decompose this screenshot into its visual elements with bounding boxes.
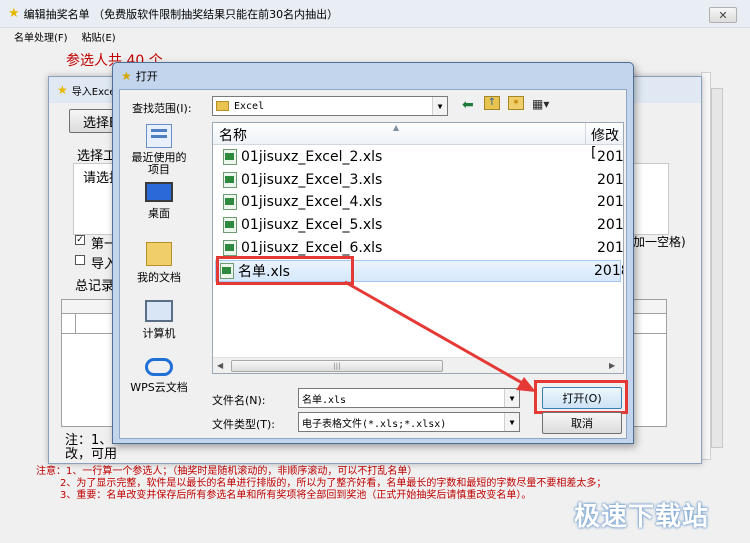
list-header: 名称 ▲ 修改[ xyxy=(213,123,623,161)
chevron-down-icon[interactable]: ▼ xyxy=(504,413,519,431)
main-titlebar: ★ 编辑抽奖名单 （免费版软件限制抽奖结果只能在前30名内抽出） ✕ xyxy=(0,0,750,28)
main-right-panel xyxy=(701,72,711,460)
place-computer[interactable]: 计算机 xyxy=(128,300,190,340)
excel-file-icon xyxy=(223,149,237,165)
open-client: 查找范围(I): Excel ▼ ⬅ ↑ ✶ ▦▾ 最近使用的项目 桌面 我的文… xyxy=(119,89,628,439)
up-folder-icon[interactable]: ↑ xyxy=(484,96,500,110)
filename-field[interactable]: 名单.xls ▼ xyxy=(298,388,520,408)
recent-icon xyxy=(146,124,172,148)
excel-file-icon xyxy=(223,194,237,210)
file-row[interactable]: 01jisuxz_Excel_4.xls 2018 xyxy=(219,191,623,213)
lookin-value: Excel xyxy=(234,100,265,112)
watermark: 极速下载站 xyxy=(574,502,710,532)
new-folder-icon[interactable]: ✶ xyxy=(508,96,524,110)
star-icon: ★ xyxy=(57,83,68,97)
desktop-icon xyxy=(145,182,173,202)
import-checkbox[interactable] xyxy=(75,255,85,265)
file-list: 名称 ▲ 修改[ 01jisuxz_Excel_2.xls 2018 01jis… xyxy=(212,122,624,374)
open-button-highlight xyxy=(534,380,628,414)
open-titlebar: ★ 打开 xyxy=(113,63,633,89)
places-bar: 最近使用的项目 桌面 我的文档 计算机 WPS云文档 xyxy=(128,122,194,394)
filetype-select[interactable]: 电子表格文件(*.xls;*.xlsx) ▼ xyxy=(298,412,520,432)
chevron-down-icon[interactable]: ▼ xyxy=(504,389,519,407)
file-row[interactable]: 01jisuxz_Excel_2.xls 2018 xyxy=(219,146,623,168)
filename-label: 文件名(N): xyxy=(212,394,266,407)
col-name[interactable]: 名称 xyxy=(219,125,247,145)
main-scrollbar[interactable] xyxy=(711,88,723,448)
selected-file-highlight xyxy=(216,256,354,285)
star-icon: ★ xyxy=(121,69,132,83)
scroll-right-icon[interactable]: ▶ xyxy=(609,361,615,370)
menu-bar: 名单处理(F) 粘贴(E) xyxy=(0,28,750,44)
scroll-thumb[interactable]: ||| xyxy=(231,360,443,372)
menu-list[interactable]: 名单处理(F) xyxy=(14,29,68,44)
cancel-button[interactable]: 取消 xyxy=(542,412,622,434)
cloud-icon xyxy=(145,358,173,376)
minimize-button[interactable]: ✕ xyxy=(709,7,737,23)
menu-paste[interactable]: 粘贴(E) xyxy=(82,29,116,44)
back-icon[interactable]: ⬅ xyxy=(462,97,474,113)
lookin-label: 查找范围(I): xyxy=(132,102,192,115)
col-divider xyxy=(585,123,586,145)
select-label: 选择工 xyxy=(77,149,117,164)
note-line-2: 2、为了显示完整，软件是以最长的名单进行排版的，所以为了整齐好看，名单最长的字数… xyxy=(60,478,607,489)
excel-file-icon xyxy=(223,217,237,233)
first-row-checkbox[interactable]: ✓ xyxy=(75,235,85,245)
place-recent[interactable]: 最近使用的项目 xyxy=(128,124,190,176)
view-menu-icon[interactable]: ▦▾ xyxy=(532,97,549,111)
excel-file-icon xyxy=(223,240,237,256)
lookin-combo[interactable]: Excel ▼ xyxy=(212,96,448,116)
open-title: 打开 xyxy=(135,70,158,83)
horizontal-scrollbar[interactable]: ◀ ||| ▶ xyxy=(213,357,623,373)
file-row[interactable]: 01jisuxz_Excel_3.xls 2018 xyxy=(219,169,623,191)
sort-arrow-icon: ▲ xyxy=(393,123,400,132)
place-documents[interactable]: 我的文档 xyxy=(128,242,190,284)
note-line-1: 注意：1、一行算一个参选人；（抽奖时是随机滚动的，非顺序滚动，可以不打乱名单） xyxy=(36,466,418,477)
chevron-down-icon[interactable]: ▼ xyxy=(432,97,447,115)
excel-file-icon xyxy=(223,172,237,188)
star-icon: ★ xyxy=(8,6,20,21)
file-row[interactable]: 01jisuxz_Excel_5.xls 2018 xyxy=(219,214,623,236)
computer-icon xyxy=(145,300,173,322)
place-desktop[interactable]: 桌面 xyxy=(128,182,190,220)
scroll-left-icon[interactable]: ◀ xyxy=(217,361,223,370)
folder-icon xyxy=(216,101,229,111)
open-dialog: ★ 打开 查找范围(I): Excel ▼ ⬅ ↑ ✶ ▦▾ 最近使用的项目 桌… xyxy=(112,62,634,444)
place-wps-cloud[interactable]: WPS云文档 xyxy=(128,358,190,394)
import-note-2: 改，可用 xyxy=(65,447,118,462)
total-label: 总记录 xyxy=(75,279,115,294)
space-label: 加一空格) xyxy=(633,235,686,249)
documents-icon xyxy=(146,242,172,266)
main-title: 编辑抽奖名单 （免费版软件限制抽奖结果只能在前30名内抽出） xyxy=(23,7,339,21)
filetype-label: 文件类型(T): xyxy=(212,418,276,431)
